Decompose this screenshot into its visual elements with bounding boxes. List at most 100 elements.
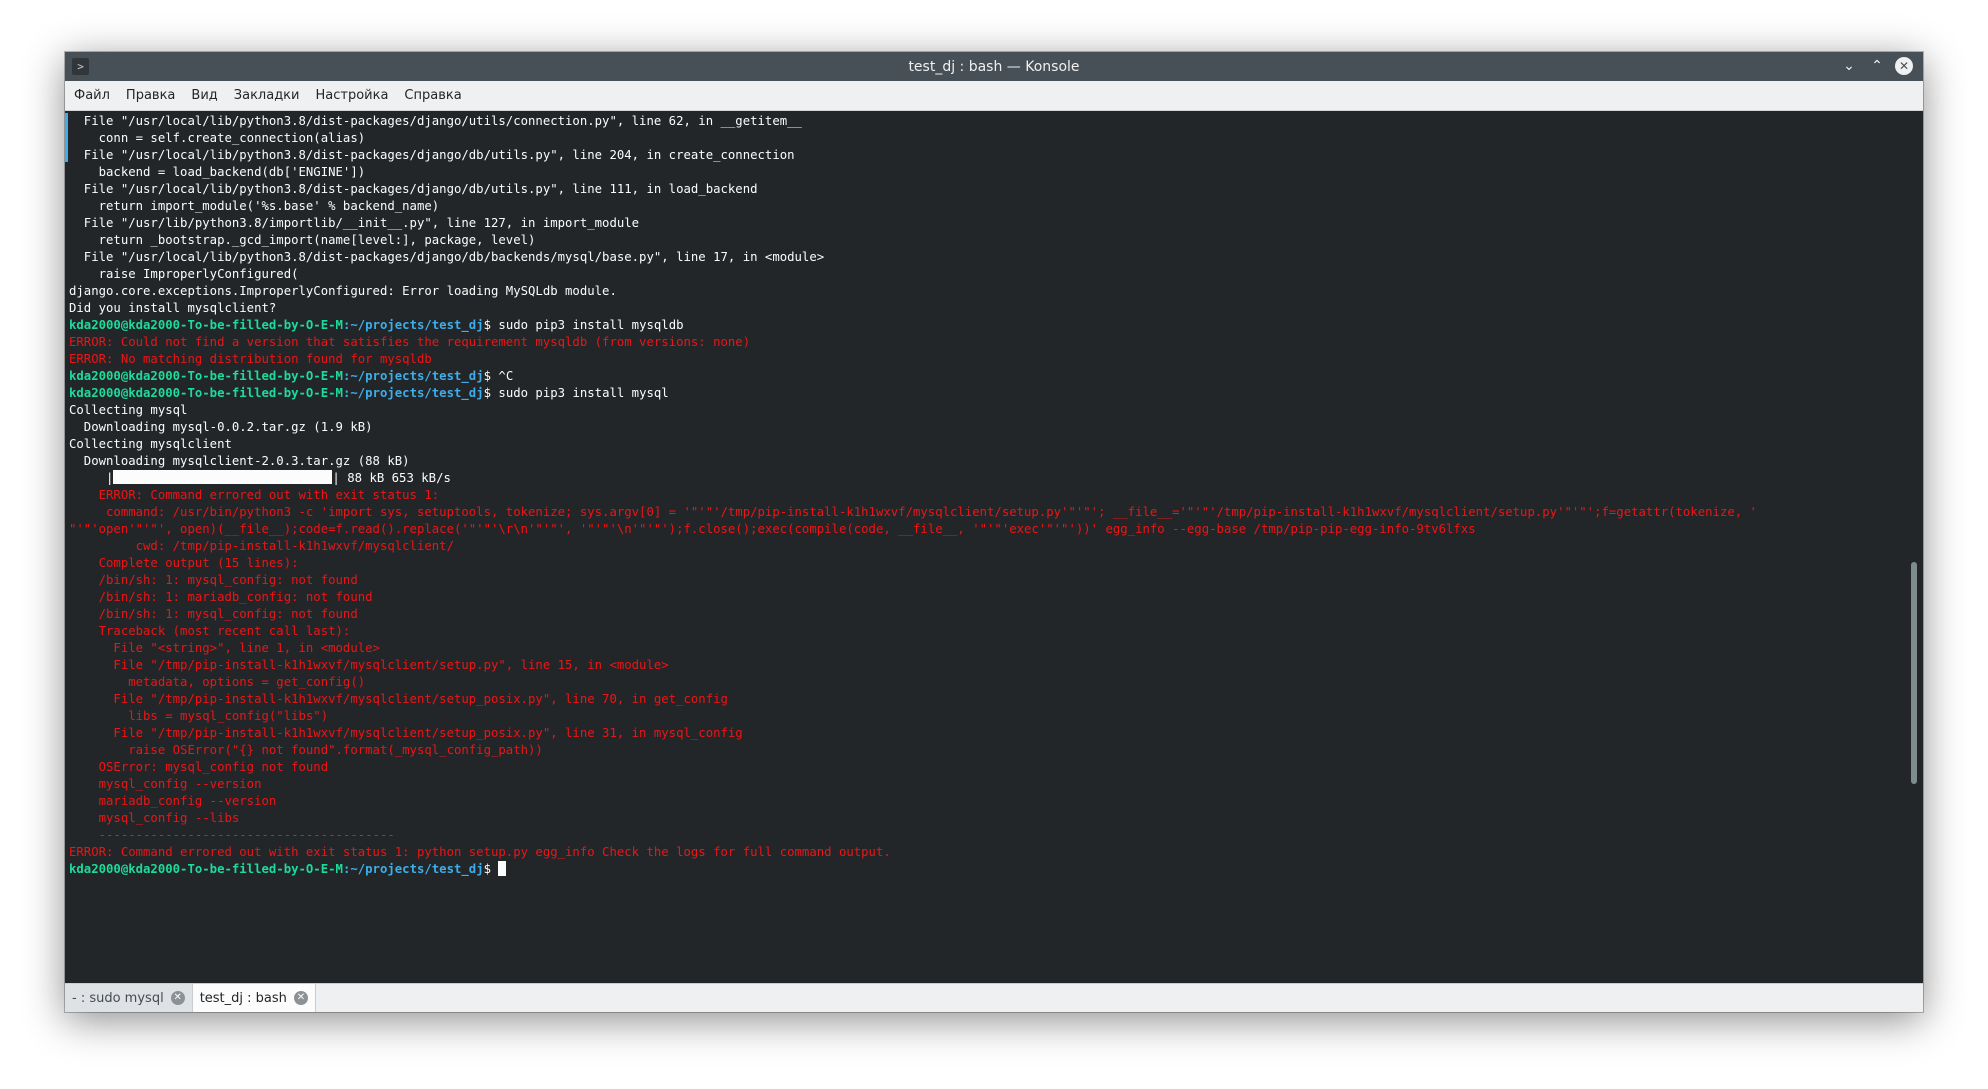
terminal-line: ERROR: Command errored out with exit sta… (69, 487, 1903, 504)
line-text: ---------------------------------------- (69, 828, 395, 842)
line-text: return _bootstrap._gcd_import(name[level… (69, 233, 536, 247)
menu-file[interactable]: Файл (74, 88, 118, 103)
scrollbar-thumb[interactable] (1911, 562, 1917, 784)
line-text: File "/usr/local/lib/python3.8/dist-pack… (69, 182, 758, 196)
line-text: /bin/sh: 1: mysql_config: not found (69, 607, 358, 621)
line-text: ERROR: Command errored out with exit sta… (69, 488, 440, 502)
maximize-icon[interactable]: ⌃ (1867, 56, 1887, 76)
line-text: /bin/sh: 1: mariadb_config: not found (69, 590, 373, 604)
line-text: File "/usr/lib/python3.8/importlib/__ini… (69, 216, 640, 230)
terminal-line: "'"'open'"'"', open)(__file__);code=f.re… (69, 521, 1903, 538)
menu-help[interactable]: Справка (404, 88, 469, 103)
terminal-line: kda2000@kda2000-To-be-filled-by-O-E-M:~/… (69, 317, 1903, 334)
line-text: mariadb_config --version (69, 794, 277, 808)
line-text: File "/usr/local/lib/python3.8/dist-pack… (69, 250, 825, 264)
terminal-line: mariadb_config --version (69, 793, 1903, 810)
close-tab-icon[interactable]: ✕ (293, 991, 308, 1005)
command-text: sudo pip3 install mysql (491, 386, 669, 400)
focus-indicator (65, 113, 68, 162)
close-icon[interactable]: ✕ (1895, 57, 1913, 75)
line-text: django.core.exceptions.ImproperlyConfigu… (69, 284, 617, 298)
menu-edit[interactable]: Правка (126, 88, 183, 103)
terminal-line: ---------------------------------------- (69, 827, 1903, 844)
command-text: sudo pip3 install mysqldb (491, 318, 684, 332)
terminal-line: return import_module('%s.base' % backend… (69, 198, 1903, 215)
terminal-line: File "/usr/lib/python3.8/importlib/__ini… (69, 215, 1903, 232)
terminal-line: mysql_config --version (69, 776, 1903, 793)
progress-bar (113, 470, 333, 484)
terminal-line: raise ImproperlyConfigured( (69, 266, 1903, 283)
prompt-path: :~/projects/test_dj (342, 862, 484, 876)
line-text: Collecting mysql (69, 403, 188, 417)
menu-view[interactable]: Вид (191, 88, 225, 103)
line-text: File "/tmp/pip-install-k1h1wxvf/mysqlcli… (69, 692, 728, 706)
command-text (491, 862, 498, 876)
tab-bar: - : sudo mysql ✕ test_dj : bash ✕ (65, 983, 1923, 1012)
line-text: File "/tmp/pip-install-k1h1wxvf/mysqlcli… (69, 726, 743, 740)
prompt-user: kda2000@kda2000-To-be-filled-by-O-E-M (69, 369, 343, 383)
tab-sudo-mysql[interactable]: - : sudo mysql ✕ (65, 984, 193, 1012)
terminal-line: Complete output (15 lines): (69, 555, 1903, 572)
terminal-line: django.core.exceptions.ImproperlyConfigu… (69, 283, 1903, 300)
line-text: raise ImproperlyConfigured( (69, 267, 299, 281)
line-text: mysql_config --libs (69, 811, 240, 825)
line-text: Did you install mysqlclient? (69, 301, 277, 315)
menu-bar: Файл Правка Вид Закладки Настройка Справ… (65, 81, 1923, 111)
title-bar[interactable]: > test_dj : bash — Konsole ⌄ ⌃ ✕ (65, 52, 1923, 81)
terminal-icon[interactable]: > (72, 58, 89, 75)
prompt-path: :~/projects/test_dj (342, 369, 484, 383)
window-title: test_dj : bash — Konsole (908, 58, 1080, 75)
terminal-line: backend = load_backend(db['ENGINE']) (69, 164, 1903, 181)
line-text: return import_module('%s.base' % backend… (69, 199, 440, 213)
terminal-line: return _bootstrap._gcd_import(name[level… (69, 232, 1903, 249)
scrollbar[interactable] (1911, 111, 1917, 983)
line-text: command: /usr/bin/python3 -c 'import sys… (69, 505, 1757, 519)
text-cursor (498, 861, 507, 876)
close-tab-icon[interactable]: ✕ (170, 991, 185, 1005)
terminal-line: mysql_config --libs (69, 810, 1903, 827)
line-text: conn = self.create_connection(alias) (69, 131, 366, 145)
terminal-line: metadata, options = get_config() (69, 674, 1903, 691)
tab-test-dj-bash[interactable]: test_dj : bash ✕ (192, 984, 316, 1012)
terminal-line: File "/tmp/pip-install-k1h1wxvf/mysqlcli… (69, 691, 1903, 708)
window-controls: ⌄ ⌃ ✕ (1839, 56, 1913, 76)
terminal-line: raise OSError("{} not found".format(_mys… (69, 742, 1903, 759)
menu-settings[interactable]: Настройка (315, 88, 396, 103)
line-text: Downloading mysqlclient-2.0.3.tar.gz (88… (69, 454, 410, 468)
terminal-line: /bin/sh: 1: mariadb_config: not found (69, 589, 1903, 606)
terminal-line: command: /usr/bin/python3 -c 'import sys… (69, 504, 1903, 521)
line-text: "'"'open'"'"', open)(__file__);code=f.re… (69, 522, 1476, 536)
line-text: File "/usr/local/lib/python3.8/dist-pack… (69, 148, 795, 162)
terminal-line: Downloading mysql-0.0.2.tar.gz (1.9 kB) (69, 419, 1903, 436)
terminal-line: libs = mysql_config("libs") (69, 708, 1903, 725)
progress-indent: | (69, 471, 114, 485)
terminal-line: kda2000@kda2000-To-be-filled-by-O-E-M:~/… (69, 861, 1903, 878)
terminal-line: conn = self.create_connection(alias) (69, 130, 1903, 147)
prompt-user: kda2000@kda2000-To-be-filled-by-O-E-M (69, 386, 343, 400)
prompt-user: kda2000@kda2000-To-be-filled-by-O-E-M (69, 318, 343, 332)
terminal-line: File "/tmp/pip-install-k1h1wxvf/mysqlcli… (69, 725, 1903, 742)
prompt-dollar: $ (483, 862, 492, 876)
terminal-line: File "/usr/local/lib/python3.8/dist-pack… (69, 181, 1903, 198)
terminal-line: /bin/sh: 1: mysql_config: not found (69, 572, 1903, 589)
line-text: ERROR: Command errored out with exit sta… (69, 845, 891, 859)
line-text: metadata, options = get_config() (69, 675, 366, 689)
terminal-line: File "/usr/local/lib/python3.8/dist-pack… (69, 249, 1903, 266)
terminal-line: File "/usr/local/lib/python3.8/dist-pack… (69, 113, 1903, 130)
tab-label: test_dj : bash (199, 990, 287, 1006)
terminal-output[interactable]: File "/usr/local/lib/python3.8/dist-pack… (65, 111, 1923, 983)
line-text: Collecting mysqlclient (69, 437, 232, 451)
minimize-icon[interactable]: ⌄ (1839, 56, 1859, 76)
line-text: raise OSError("{} not found".format(_mys… (69, 743, 543, 757)
terminal-line: Did you install mysqlclient? (69, 300, 1903, 317)
terminal-line: /bin/sh: 1: mysql_config: not found (69, 606, 1903, 623)
menu-bookmarks[interactable]: Закладки (234, 88, 308, 103)
terminal-line: cwd: /tmp/pip-install-k1h1wxvf/mysqlclie… (69, 538, 1903, 555)
prompt-dollar: $ (483, 318, 492, 332)
terminal-line: kda2000@kda2000-To-be-filled-by-O-E-M:~/… (69, 368, 1903, 385)
konsole-window: > test_dj : bash — Konsole ⌄ ⌃ ✕ Файл Пр… (65, 52, 1923, 1012)
terminal-line: Collecting mysql (69, 402, 1903, 419)
prompt-user: kda2000@kda2000-To-be-filled-by-O-E-M (69, 862, 343, 876)
prompt-dollar: $ (483, 369, 492, 383)
terminal-line: Traceback (most recent call last): (69, 623, 1903, 640)
